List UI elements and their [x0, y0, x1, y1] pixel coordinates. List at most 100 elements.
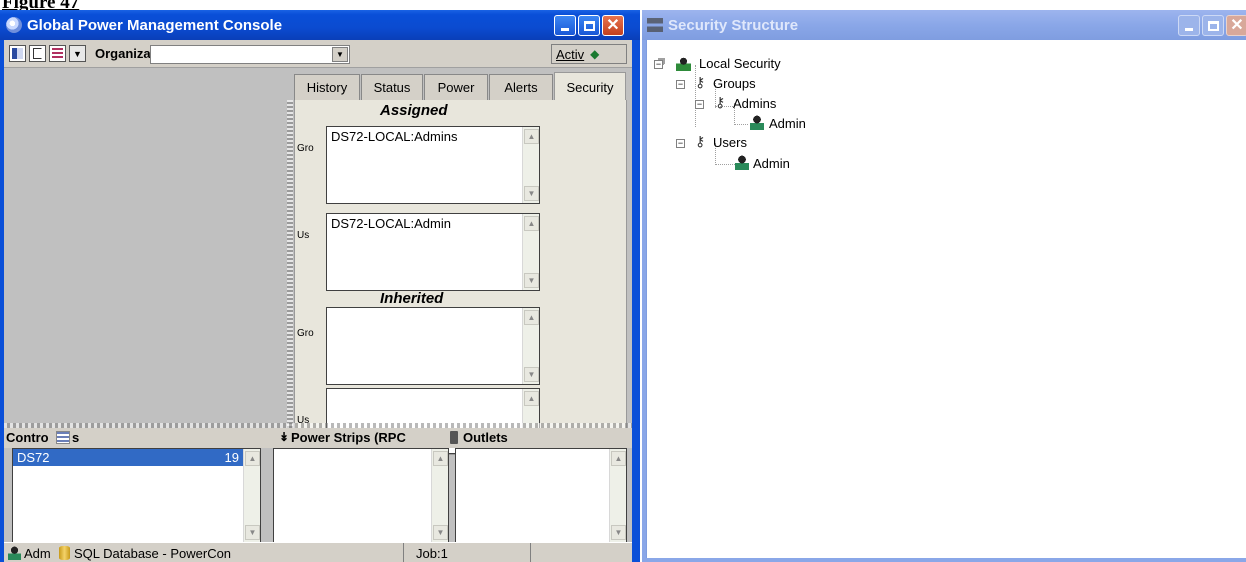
controllers-list[interactable]: DS72 19 ▲ ▼: [12, 448, 261, 543]
organization-select-value: [151, 48, 154, 62]
organization-label: Organiza: [95, 46, 150, 61]
scroll-up-arrow[interactable]: ▲: [524, 216, 539, 231]
resize-handle-vertical[interactable]: [287, 100, 293, 455]
security-tab-content: Assigned Gro DS72-LOCAL:Admins ▲ ▼ Us DS…: [294, 100, 627, 455]
outlets-scrollbar[interactable]: ▲ ▼: [609, 449, 626, 542]
assigned-groups-list[interactable]: DS72-LOCAL:Admins ▲ ▼: [326, 126, 540, 204]
gpm-titlebar[interactable]: Global Power Management Console: [0, 10, 640, 40]
scroll-up-arrow[interactable]: ▲: [245, 451, 260, 466]
power-strip-icon: ↡: [279, 430, 290, 444]
list-item[interactable]: DS72 19: [13, 449, 243, 466]
scroll-down-arrow[interactable]: ▼: [245, 525, 260, 540]
inherited-groups-list[interactable]: ▲ ▼: [326, 307, 540, 385]
maximize-icon: [1207, 20, 1219, 31]
properties-toolbar-button[interactable]: [9, 45, 26, 62]
assigned-groups-scrollbar[interactable]: ▲ ▼: [522, 127, 539, 203]
controllers-label-suffix: s: [72, 430, 80, 445]
list-item[interactable]: DS72-LOCAL:Admin: [327, 214, 539, 231]
outlets-label: Outlets: [463, 430, 508, 445]
assigned-heading: Assigned: [380, 102, 448, 119]
expand-collapse-toggle[interactable]: −: [676, 80, 685, 89]
tree-admins-label[interactable]: Admins: [733, 96, 776, 111]
organization-dropdown-arrow[interactable]: ▼: [332, 47, 348, 62]
tree-users-label[interactable]: Users: [713, 135, 747, 150]
security-tree-view[interactable]: − Local Security − ⚷ Groups − ⚷ Admins A…: [646, 40, 1246, 558]
scroll-down-arrow[interactable]: ▼: [611, 525, 626, 540]
scroll-up-arrow[interactable]: ▲: [524, 391, 539, 406]
report-toolbar-button[interactable]: [49, 45, 66, 62]
scroll-up-arrow[interactable]: ▲: [524, 129, 539, 144]
tab-status[interactable]: Status: [361, 74, 423, 100]
chevron-down-icon: ▼: [73, 48, 82, 59]
security-window-controls: ✕: [1176, 15, 1246, 36]
security-window: Security Structure ✕ − Local Security − …: [642, 10, 1246, 562]
active-button[interactable]: Activ ◆: [551, 44, 627, 64]
power-strips-scrollbar[interactable]: ▲ ▼: [431, 449, 448, 542]
key-group-icon: ⚷: [695, 74, 706, 90]
assigned-users-scrollbar[interactable]: ▲ ▼: [522, 214, 539, 290]
expand-collapse-toggle[interactable]: −: [676, 139, 685, 148]
inherited-heading: Inherited: [380, 290, 444, 307]
inherited-groups-scrollbar[interactable]: ▲ ▼: [522, 308, 539, 384]
scroll-up-arrow[interactable]: ▲: [524, 310, 539, 325]
gpm-window: Global Power Management Console ✕ ▼ Orga…: [0, 10, 640, 562]
active-label: Activ: [556, 46, 585, 62]
gpm-window-controls: ✕: [552, 15, 624, 36]
power-strips-list[interactable]: ▲ ▼: [273, 448, 449, 543]
close-button[interactable]: ✕: [602, 15, 624, 36]
maximize-button[interactable]: [578, 15, 600, 36]
report-icon: [52, 48, 63, 59]
tab-security[interactable]: Security: [554, 72, 626, 102]
controller-name: DS72: [17, 450, 50, 465]
maximize-icon: [583, 20, 595, 31]
status-bar: Adm SQL Database - PowerCon Job:1: [4, 542, 632, 562]
tab-power[interactable]: Power: [424, 74, 488, 100]
tree-admins-member-label[interactable]: Admin: [769, 116, 806, 131]
user-icon: [735, 155, 749, 170]
controller-value: 19: [224, 450, 239, 465]
controllers-header: Contro s ↡ Power Strips (RPC Outlets: [4, 428, 632, 448]
minimize-icon: [1185, 28, 1193, 31]
database-icon: [59, 546, 70, 560]
new-toolbar-button[interactable]: [29, 45, 46, 62]
list-item[interactable]: DS72-LOCAL:Admins: [327, 127, 539, 144]
tree-root-label[interactable]: Local Security: [699, 56, 781, 71]
organization-select[interactable]: ▼: [150, 45, 350, 64]
expand-collapse-toggle[interactable]: −: [695, 100, 704, 109]
gpm-client-area: ▼ Organiza ▼ Activ ◆ History Status Powe…: [4, 40, 632, 562]
close-icon: ✕: [1230, 16, 1244, 34]
minimize-button[interactable]: [554, 15, 576, 36]
power-strips-label: Power Strips (RPC: [291, 430, 406, 445]
scroll-up-arrow[interactable]: ▲: [611, 451, 626, 466]
scroll-down-arrow[interactable]: ▼: [524, 273, 539, 288]
maximize-button[interactable]: [1202, 15, 1224, 36]
security-window-title: Security Structure: [668, 16, 799, 34]
outlets-list[interactable]: ▲ ▼: [455, 448, 627, 543]
scroll-down-arrow[interactable]: ▼: [524, 367, 539, 382]
expand-collapse-toggle[interactable]: −: [654, 60, 663, 69]
security-titlebar[interactable]: Security Structure: [642, 10, 1246, 40]
tab-alerts[interactable]: Alerts: [489, 74, 553, 100]
assigned-users-list[interactable]: DS72-LOCAL:Admin ▲ ▼: [326, 213, 540, 291]
tab-history[interactable]: History: [294, 74, 360, 100]
gpm-toolbar: ▼ Organiza ▼ Activ ◆: [4, 40, 632, 68]
assigned-groups-label: Gro: [297, 143, 314, 154]
status-job: Job:1: [416, 543, 531, 562]
toolbar-dropdown-button[interactable]: ▼: [69, 45, 86, 62]
scroll-up-arrow[interactable]: ▲: [433, 451, 448, 466]
minimize-button[interactable]: [1178, 15, 1200, 36]
security-structure-icon: [647, 18, 663, 32]
outlet-icon: [450, 431, 458, 444]
tree-users-member-label[interactable]: Admin: [753, 156, 790, 171]
tree-groups-label[interactable]: Groups: [713, 76, 756, 91]
scroll-down-arrow[interactable]: ▼: [524, 186, 539, 201]
key-group-icon: ⚷: [695, 133, 706, 149]
new-document-icon: [33, 48, 42, 59]
gpm-window-title: Global Power Management Console: [27, 16, 283, 34]
scroll-down-arrow[interactable]: ▼: [433, 525, 448, 540]
status-diamond-icon: ◆: [590, 47, 600, 61]
controllers-scrollbar[interactable]: ▲ ▼: [243, 449, 260, 542]
local-security-icon: [676, 56, 691, 71]
close-button[interactable]: ✕: [1226, 15, 1246, 36]
assigned-users-label: Us: [297, 230, 310, 241]
